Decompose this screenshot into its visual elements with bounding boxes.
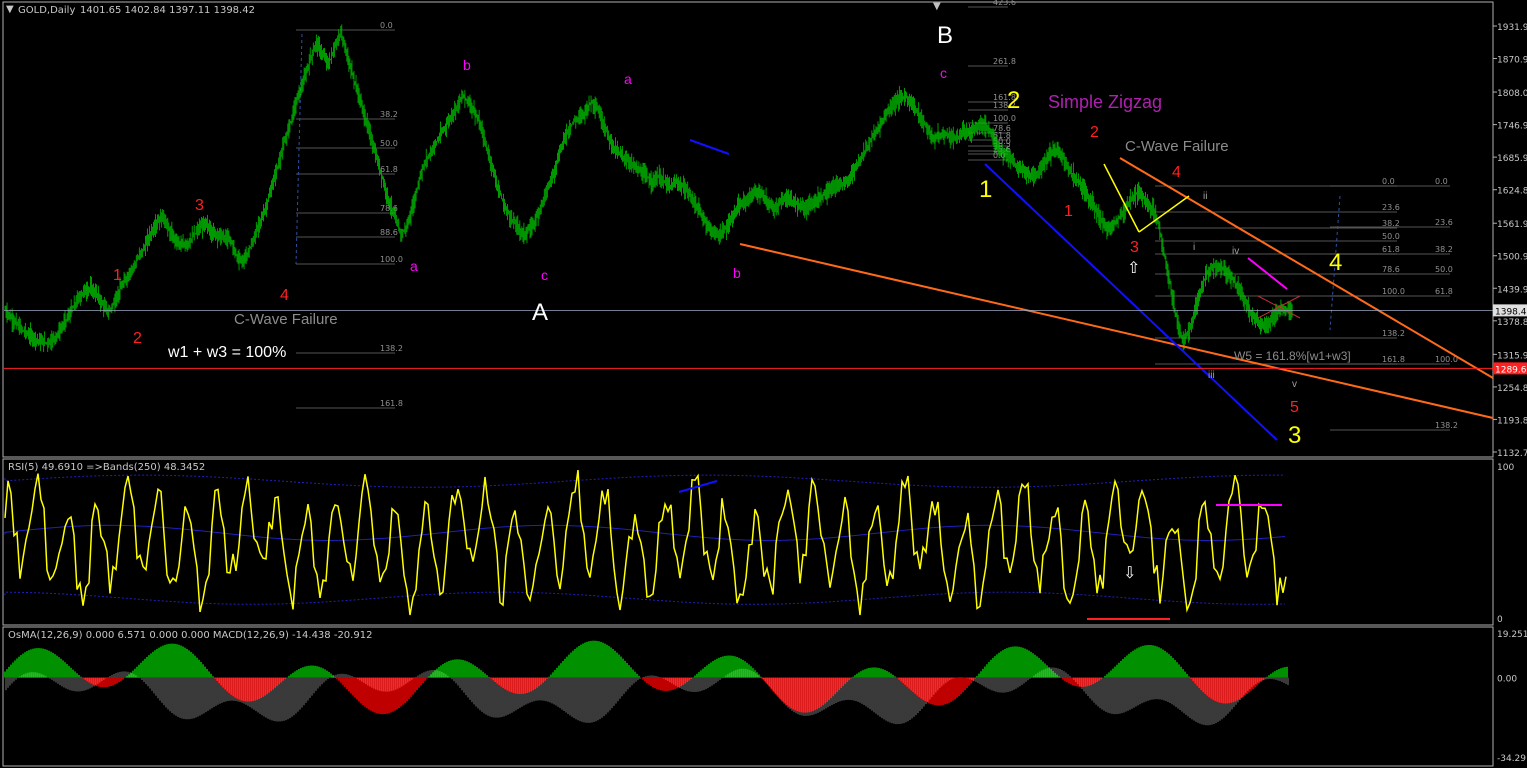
y-tick-label: 1746.9	[1497, 122, 1527, 132]
fib-label: 161.8	[380, 399, 403, 408]
w1-w3-note: w1 + w3 = 100%	[167, 344, 286, 361]
wave-label: 2	[1007, 87, 1020, 114]
fib-label: 78.6	[1382, 265, 1400, 274]
y-tick-label: 1193.8	[1497, 416, 1527, 426]
fib-label: 61.8	[1435, 287, 1453, 296]
y-tick-label: 1870.9	[1497, 56, 1527, 66]
price-panel[interactable]	[2, 1, 1494, 458]
fib-label: 261.8	[993, 57, 1016, 66]
y-tick-label: 1439.9	[1497, 285, 1527, 295]
fib-label: 0.0	[1435, 177, 1448, 186]
rsi-tick-label: 0	[1497, 615, 1503, 625]
wave-label: ii	[1203, 191, 1207, 202]
wave-label: b	[463, 57, 471, 73]
wave-label: 2	[133, 330, 142, 347]
osma-tick-label: 19.251	[1497, 630, 1527, 640]
wave-label: A	[532, 299, 548, 326]
wave-label: a	[410, 258, 418, 274]
rsi-panel[interactable]	[2, 458, 1494, 626]
down-arrow-icon: ⇩	[1123, 563, 1136, 582]
chart-canvas: ▼ GOLD,Daily 1401.65 1402.84 1397.11 139…	[2, 0, 1527, 767]
wave-label: v	[1292, 379, 1297, 390]
wave-label: c	[541, 267, 548, 283]
y-tick-label: 1378.8	[1497, 318, 1527, 328]
up-arrow-icon: ⇧	[1127, 258, 1140, 277]
fib-label: 23.6	[1382, 203, 1400, 212]
y-tick-label: 1315.9	[1497, 351, 1527, 361]
wave-label: 1	[979, 176, 992, 203]
rsi-title: RSI(5) 49.6910 =>Bands(250) 48.3452	[8, 462, 205, 473]
fib-label: 38.2	[1435, 245, 1453, 254]
osma-panel[interactable]	[2, 626, 1494, 767]
osma-tick-label: -34.291	[1497, 754, 1527, 764]
fib-label: 423.6	[993, 0, 1016, 7]
wave-label: 5	[1290, 399, 1299, 416]
y-tick-label: 1931.9	[1497, 23, 1527, 33]
fib-label: 0.0	[380, 21, 393, 30]
wave-label: 1	[1064, 203, 1073, 220]
wave-label: 4	[1172, 164, 1181, 181]
symbol-label: GOLD,Daily	[18, 5, 75, 16]
wave-label: c	[940, 65, 947, 81]
fib-label: 38.2	[380, 110, 398, 119]
wave-label: 3	[1288, 422, 1301, 449]
y-tick-label: 1132.7	[1497, 449, 1527, 459]
fib-label: 100.0	[1382, 287, 1405, 296]
fib-label: 161.8	[1382, 355, 1405, 364]
osma-tick-label: 0.00	[1497, 675, 1517, 685]
fib-label: 100.0	[380, 255, 403, 264]
fib-label: 61.8	[1382, 245, 1400, 254]
y-tick-label: 1808.0	[1497, 89, 1527, 99]
y-tick-label: 1254.8	[1497, 384, 1527, 394]
fib-label: 61.8	[380, 165, 398, 174]
fib-label: 88.6	[380, 228, 398, 237]
c-wave-failure-left: C-Wave Failure	[234, 311, 338, 328]
fib-label: 0.0	[1382, 177, 1395, 186]
wave-label: 2	[1090, 124, 1099, 141]
y-tick-label: 1685.9	[1497, 154, 1527, 164]
wave-label: 3	[195, 197, 204, 214]
wave-label: 4	[280, 287, 289, 304]
wave-label: b	[733, 265, 741, 281]
support-price-label: 1289.6	[1495, 365, 1527, 375]
y-tick-label: 1500.9	[1497, 253, 1527, 263]
ohlc-values: 1401.65 1402.84 1397.11 1398.42	[80, 5, 255, 16]
wave-label: 1	[113, 267, 122, 284]
y-tick-label: 1561.9	[1497, 220, 1527, 230]
fib-label: 138.2	[380, 344, 403, 353]
simple-zigzag-note: Simple Zigzag	[1048, 92, 1162, 112]
fib-label: 50.0	[1382, 232, 1400, 241]
wave-label: 3	[1130, 239, 1139, 256]
fib-label: 50.0	[1435, 265, 1453, 274]
wave-label: B	[937, 22, 953, 49]
rsi-tick-label: 100	[1497, 463, 1514, 473]
fib-label: 50.0	[380, 139, 398, 148]
y-tick-label: 1624.8	[1497, 187, 1527, 197]
wave-label: a	[624, 71, 632, 87]
fib-label: 100.0	[993, 114, 1016, 123]
c-wave-failure-right: C-Wave Failure	[1125, 138, 1229, 155]
w5-note: W5 = 161.8%[w1+w3]	[1234, 349, 1351, 363]
osma-title: OsMA(12,26,9) 0.000 6.571 0.000 0.000 MA…	[8, 630, 372, 641]
wave-label: 4	[1329, 249, 1342, 276]
fib-label: 23.6	[1435, 218, 1453, 227]
symbol-icon: ▼	[6, 4, 14, 15]
triangle-marker-icon: ▼	[933, 1, 941, 12]
wave-label: iv	[1232, 246, 1239, 257]
current-price-label: 1398.4	[1495, 307, 1527, 317]
fib-label: 138.2	[1382, 329, 1405, 338]
wave-label: iii	[1208, 370, 1215, 381]
wave-label: i	[1193, 242, 1195, 253]
fib-label: 138.2	[1435, 421, 1458, 430]
